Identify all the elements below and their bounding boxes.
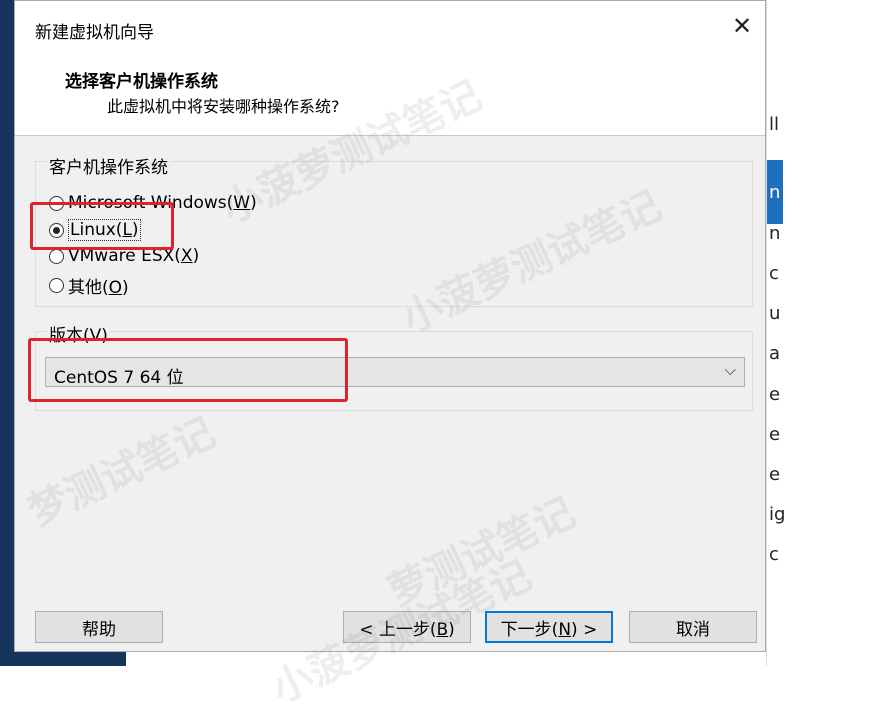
window-title: 新建虚拟机向导 (35, 23, 154, 43)
version-dropdown[interactable]: CentOS 7 64 位 ⌵ (45, 357, 745, 388)
background-text: n (769, 182, 781, 203)
close-icon: ✕ (731, 12, 753, 40)
cancel-button-label: 取消 (676, 619, 710, 640)
close-button[interactable]: ✕ (719, 1, 765, 51)
radio-microsoft-windows[interactable]: Microsoft Windows(W) (49, 193, 257, 213)
background-text: c (769, 544, 779, 565)
page-title: 选择客户机操作系统 (65, 72, 218, 92)
version-label: 版本(V) (47, 321, 110, 346)
background-text: e (769, 464, 781, 485)
background-text: c (769, 263, 779, 284)
version-selected-value: CentOS 7 64 位 (54, 368, 184, 388)
back-button-label: < 上一步(B) (359, 619, 455, 640)
back-button[interactable]: < 上一步(B) (343, 611, 471, 643)
background-text: e (769, 424, 781, 445)
background-text: ll (769, 114, 780, 135)
background-text: e (769, 384, 781, 405)
title-bar[interactable]: 新建虚拟机向导 ✕ (15, 1, 765, 51)
help-button[interactable]: 帮助 (35, 611, 163, 643)
background-text: ig (769, 504, 786, 525)
background-text: u (769, 303, 781, 324)
radio-label: VMware ESX(X) (68, 246, 200, 266)
radio-icon[interactable] (49, 248, 64, 264)
background-text: a (769, 343, 781, 364)
radio-label: Linux(L) (68, 219, 141, 241)
radio-vmware-esx[interactable]: VMware ESX(X) (49, 246, 199, 266)
radio-other[interactable]: 其他(O) (49, 273, 129, 298)
new-vm-wizard-dialog: 新建虚拟机向导 ✕ 选择客户机操作系统 此虚拟机中将安装哪种操作系统? 客户机操… (14, 0, 766, 652)
cancel-button[interactable]: 取消 (629, 611, 757, 643)
page-subtitle: 此虚拟机中将安装哪种操作系统? (107, 97, 340, 116)
background-text: n (769, 223, 781, 244)
radio-icon[interactable] (49, 195, 64, 211)
radio-selected-icon[interactable] (49, 222, 64, 238)
radio-label: 其他(O) (68, 278, 129, 298)
radio-linux[interactable]: Linux(L) (49, 219, 141, 241)
radio-label: Microsoft Windows(W) (68, 193, 257, 213)
next-button[interactable]: 下一步(N) > (485, 611, 613, 643)
chevron-down-icon[interactable]: ⌵ (725, 361, 736, 379)
help-button-label: 帮助 (82, 619, 116, 640)
radio-icon[interactable] (49, 278, 64, 293)
guest-os-group (35, 161, 753, 307)
wizard-header: 选择客户机操作系统 此虚拟机中将安装哪种操作系统? (15, 51, 765, 136)
desktop-background-strip (0, 0, 14, 666)
background-window: ll n n c u a e e e ig c (766, 0, 786, 666)
guest-os-group-label: 客户机操作系统 (47, 153, 170, 178)
next-button-label: 下一步(N) > (500, 619, 598, 640)
